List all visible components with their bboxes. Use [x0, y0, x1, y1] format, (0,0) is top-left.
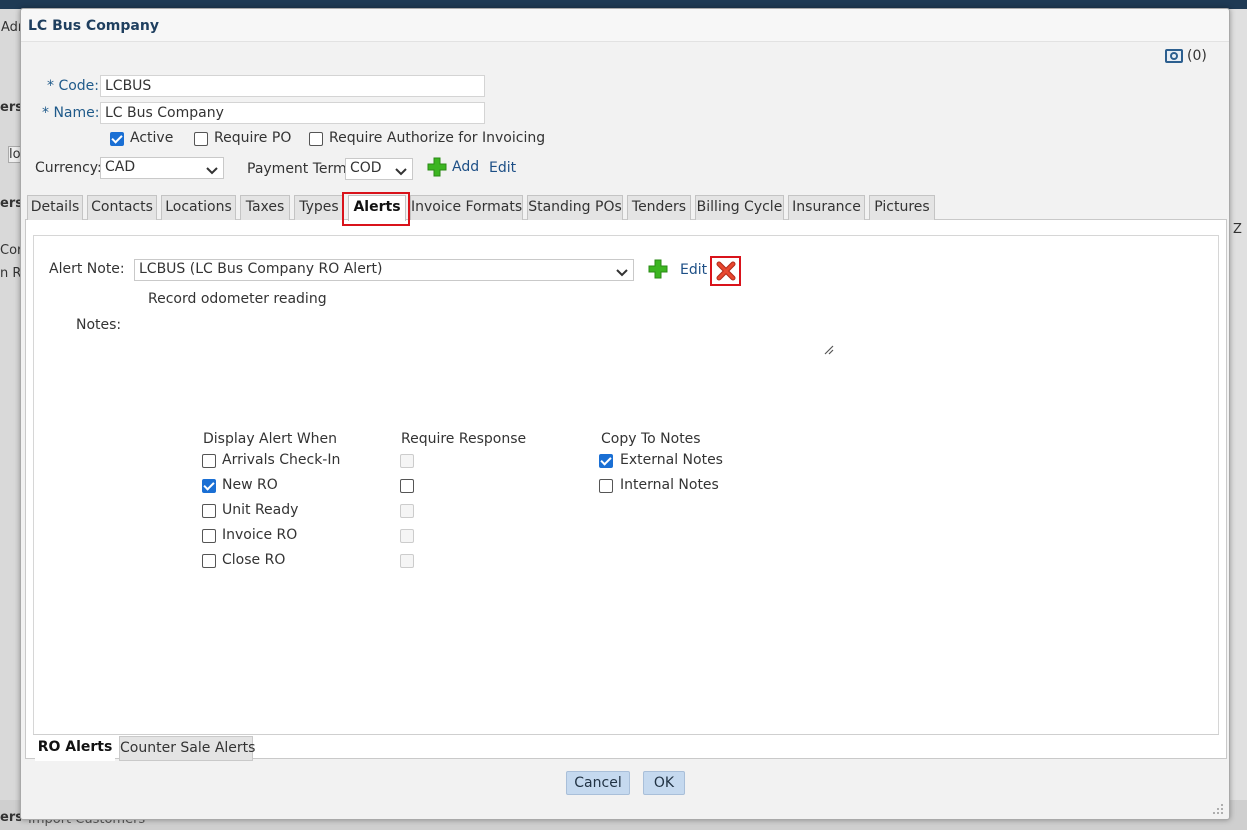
- notes-textarea[interactable]: [134, 311, 836, 361]
- app-left-panel: [0, 9, 22, 830]
- resize-handle-icon[interactable]: [824, 343, 834, 359]
- tab-standing-pos[interactable]: Standing POs: [527, 195, 623, 220]
- external-notes-label: External Notes: [620, 452, 723, 468]
- unit-ready-response-checkbox: [400, 504, 414, 518]
- bottom-tabs-divider: [33, 734, 1219, 735]
- bg-fragment: ers: [0, 100, 21, 115]
- chevron-down-icon: [616, 265, 628, 281]
- close-ro-label: Close RO: [222, 552, 286, 568]
- dialog-title: LC Bus Company: [28, 18, 159, 34]
- currency-value: CAD: [105, 159, 136, 175]
- currency-select[interactable]: CAD: [100, 157, 224, 179]
- bg-fragment: ers: [0, 196, 21, 211]
- alert-note-select[interactable]: LCBUS (LC Bus Company RO Alert): [134, 259, 634, 281]
- tab-types[interactable]: Types: [294, 195, 344, 220]
- camera-icon[interactable]: [1164, 47, 1184, 69]
- tab-tenders[interactable]: Tenders: [627, 195, 691, 220]
- bg-fragment: Adr: [1, 20, 22, 35]
- notes-label: Notes:: [76, 317, 122, 333]
- tab-counter-sale-alerts[interactable]: Counter Sale Alerts: [119, 736, 255, 761]
- dialog-resize-grip-icon[interactable]: [1212, 803, 1224, 819]
- tab-pictures[interactable]: Pictures: [869, 195, 935, 220]
- internal-notes-checkbox[interactable]: [599, 479, 613, 493]
- camera-count: (0): [1187, 48, 1207, 64]
- tab-locations[interactable]: Locations: [161, 195, 236, 220]
- active-label: Active: [130, 130, 174, 146]
- tab-insurance[interactable]: Insurance: [788, 195, 865, 220]
- code-field[interactable]: [100, 75, 485, 97]
- tab-invoice-formats[interactable]: Invoice Formats: [410, 195, 523, 220]
- payment-term-value: COD: [350, 160, 382, 176]
- delete-x-icon[interactable]: [716, 261, 736, 285]
- edit-payment-term-link[interactable]: Edit: [489, 160, 516, 176]
- close-ro-checkbox[interactable]: [202, 554, 216, 568]
- name-label: * Name:: [42, 105, 100, 121]
- tab-billing-cycle[interactable]: Billing Cycle: [695, 195, 784, 220]
- close-ro-response-checkbox: [400, 554, 414, 568]
- invoice-ro-checkbox[interactable]: [202, 529, 216, 543]
- display-alert-header: Display Alert When: [203, 431, 338, 447]
- add-plus-icon[interactable]: [427, 157, 447, 181]
- bg-fragment: n Re: [0, 266, 21, 281]
- arrivals-checkin-checkbox[interactable]: [202, 454, 216, 468]
- payment-term-select[interactable]: COD: [345, 158, 413, 180]
- alert-note-value: LCBUS (LC Bus Company RO Alert): [139, 261, 383, 277]
- code-label: * Code:: [47, 78, 100, 94]
- dialog-titlebar[interactable]: LC Bus Company: [21, 9, 1229, 42]
- bg-fragment: Z: [1233, 222, 1242, 237]
- cancel-button[interactable]: Cancel: [566, 771, 630, 795]
- new-ro-checkbox[interactable]: [202, 479, 216, 493]
- currency-label: Currency:: [35, 160, 102, 176]
- add-alert-plus-icon[interactable]: [648, 259, 668, 283]
- tab-ro-alerts[interactable]: RO Alerts: [35, 736, 115, 761]
- alert-note-label: Alert Note:: [49, 261, 125, 277]
- invoice-ro-label: Invoice RO: [222, 527, 298, 543]
- require-authorize-checkbox[interactable]: [309, 132, 323, 146]
- new-ro-label: New RO: [222, 477, 278, 493]
- require-authorize-label: Require Authorize for Invoicing: [329, 130, 546, 146]
- add-payment-term-link[interactable]: Add: [452, 159, 479, 175]
- arrivals-checkin-response-checkbox: [400, 454, 414, 468]
- internal-notes-label: Internal Notes: [620, 477, 719, 493]
- ok-button[interactable]: OK: [643, 771, 685, 795]
- require-po-checkbox[interactable]: [194, 132, 208, 146]
- tab-contacts[interactable]: Contacts: [87, 195, 157, 220]
- copy-to-notes-header: Copy To Notes: [601, 431, 701, 447]
- app-right-panel: [1229, 9, 1247, 830]
- require-po-label: Require PO: [214, 130, 292, 146]
- external-notes-checkbox[interactable]: [599, 454, 613, 468]
- alerts-tab-highlight: [342, 192, 410, 226]
- chevron-down-icon: [395, 164, 407, 180]
- arrivals-checkin-label: Arrivals Check-In: [222, 452, 341, 468]
- edit-alert-link[interactable]: Edit: [680, 262, 707, 278]
- alert-message: Record odometer reading: [148, 291, 327, 307]
- tab-taxes[interactable]: Taxes: [240, 195, 290, 220]
- active-checkbox[interactable]: [110, 132, 124, 146]
- name-field[interactable]: [100, 102, 485, 124]
- require-response-header: Require Response: [401, 431, 527, 447]
- payment-term-label: Payment Term:: [247, 161, 352, 177]
- new-ro-response-checkbox[interactable]: [400, 479, 414, 493]
- unit-ready-checkbox[interactable]: [202, 504, 216, 518]
- chevron-down-icon: [206, 163, 218, 179]
- unit-ready-label: Unit Ready: [222, 502, 299, 518]
- tab-details[interactable]: Details: [27, 195, 83, 220]
- invoice-ro-response-checkbox: [400, 529, 414, 543]
- bg-fragment: Cor: [0, 243, 21, 258]
- bg-fragment: ers: [0, 810, 21, 825]
- customer-dialog: LC Bus Company (0) * Code: * Name: Activ…: [20, 8, 1230, 820]
